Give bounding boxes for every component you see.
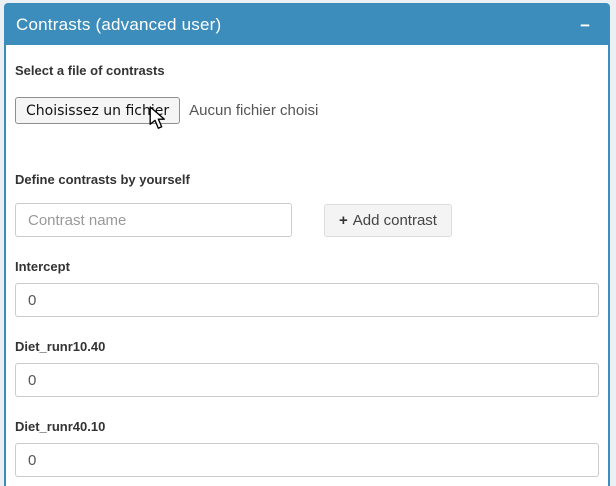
contrast-field-input-diet-runr10-40[interactable]: [15, 363, 599, 397]
plus-icon: +: [339, 212, 348, 229]
file-section-label: Select a file of contrasts: [15, 63, 599, 79]
add-contrast-button-label: Add contrast: [353, 212, 437, 229]
contrast-name-input[interactable]: [15, 203, 292, 237]
contrast-field-label-diet-runr40-10: Diet_runr40.10: [15, 419, 599, 435]
panel-title: Contrasts (advanced user): [16, 15, 221, 35]
contrasts-panel: Contrasts (advanced user) − Select a fil…: [4, 3, 610, 486]
contrast-field-label-diet-runr10-40: Diet_runr10.40: [15, 339, 599, 355]
contrast-field-input-intercept[interactable]: [15, 283, 599, 317]
define-section-label: Define contrasts by yourself: [15, 172, 599, 188]
collapse-minus-icon[interactable]: −: [574, 15, 596, 36]
contrast-field-input-diet-runr40-10[interactable]: [15, 443, 599, 477]
page-background: Contrasts (advanced user) − Select a fil…: [0, 0, 616, 486]
panel-body: Select a file of contrasts Choisissez un…: [6, 45, 608, 486]
choose-file-button[interactable]: Choisissez un fichier: [15, 97, 180, 124]
add-contrast-button[interactable]: + Add contrast: [324, 204, 452, 237]
file-input-row: Choisissez un fichier Aucun fichier choi…: [15, 97, 599, 124]
contrast-field-label-intercept: Intercept: [15, 259, 599, 275]
contrast-name-row: + Add contrast: [15, 203, 599, 237]
panel-header: Contrasts (advanced user) −: [6, 5, 608, 45]
file-status-text: Aucun fichier choisi: [189, 102, 318, 119]
